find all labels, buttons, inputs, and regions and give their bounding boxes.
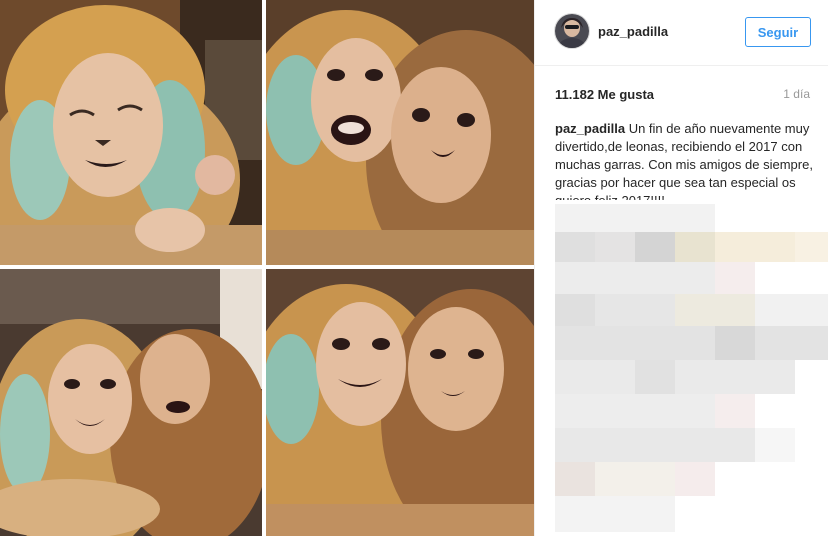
comments-blurred-area xyxy=(555,200,828,536)
collage-photo-1 xyxy=(0,0,262,265)
post-header: paz_padilla Seguir xyxy=(535,0,828,66)
follow-button[interactable]: Seguir xyxy=(745,17,811,47)
username-link[interactable]: paz_padilla xyxy=(598,24,668,39)
caption-username[interactable]: paz_padilla xyxy=(555,121,625,136)
collage-photo-4 xyxy=(266,269,534,536)
collage-photo-2 xyxy=(266,0,534,265)
post-photo[interactable] xyxy=(0,0,534,536)
collage-photo-3 xyxy=(0,269,262,536)
post-sidebar: paz_padilla Seguir 11.182 Me gusta 1 día… xyxy=(534,0,828,536)
post-caption: paz_padilla Un fin de año nuevamente muy… xyxy=(555,120,815,210)
likes-count[interactable]: 11.182 Me gusta xyxy=(555,87,654,102)
avatar[interactable] xyxy=(554,13,590,49)
post-time[interactable]: 1 día xyxy=(783,87,810,101)
